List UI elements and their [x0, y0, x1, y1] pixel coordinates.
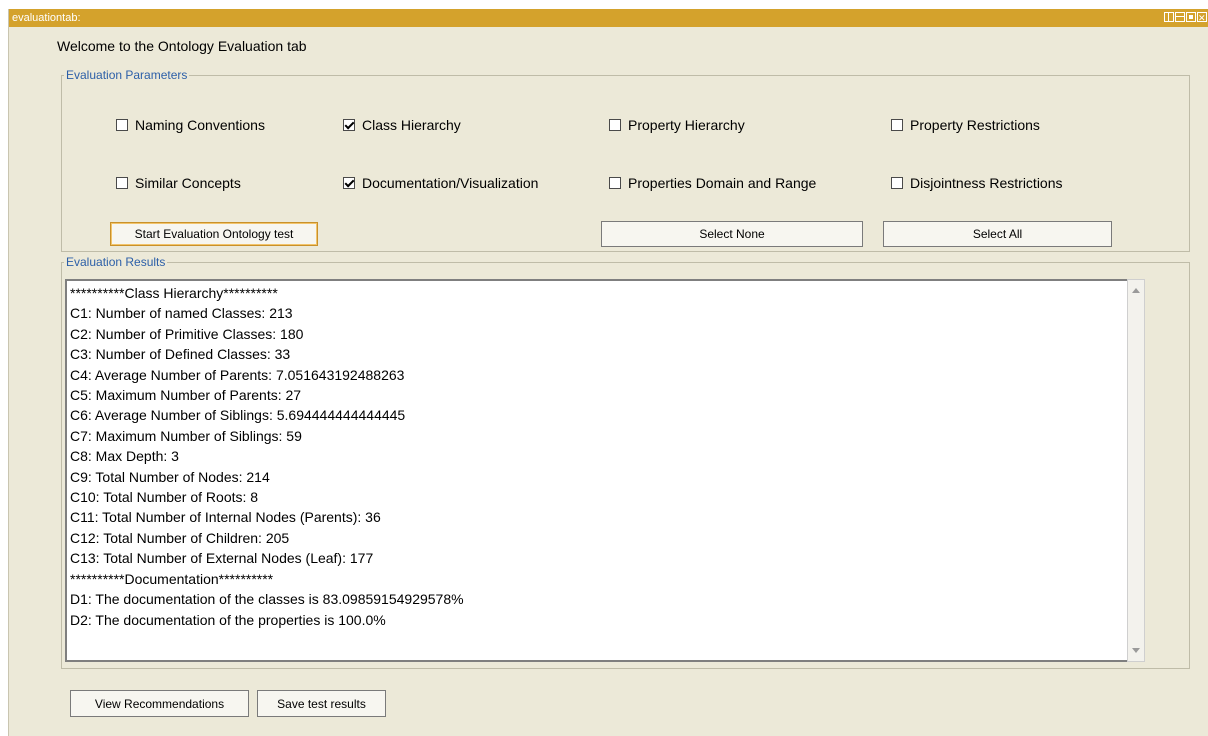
result-line: C12: Total Number of Children: 205: [70, 529, 290, 546]
results-text-area[interactable]: **********Class Hierarchy********** C1: N…: [65, 279, 1127, 662]
view-recommendations-button[interactable]: View Recommendations: [70, 690, 249, 717]
window-title: evaluationtab:: [12, 12, 81, 24]
checkbox-label: Documentation/Visualization: [362, 175, 539, 191]
tile-icon[interactable]: [1164, 12, 1174, 22]
result-line: C4: Average Number of Parents: 7.0516431…: [70, 366, 405, 383]
select-all-button[interactable]: Select All: [883, 221, 1112, 247]
checkbox-documentation-visualization[interactable]: Documentation/Visualization: [343, 175, 538, 191]
scroll-down-icon[interactable]: [1132, 648, 1140, 653]
results-scrollbar[interactable]: [1127, 279, 1145, 662]
result-line: C8: Max Depth: 3: [70, 448, 179, 465]
results-text: **********Class Hierarchy********** C1: N…: [70, 283, 464, 630]
checkbox-box[interactable]: [343, 119, 355, 131]
minimize-icon[interactable]: [1175, 12, 1185, 22]
result-line: **********Documentation**********: [70, 570, 274, 587]
result-line: C10: Total Number of Roots: 8: [70, 489, 259, 506]
checkbox-box[interactable]: [891, 119, 903, 131]
checkbox-label: Properties Domain and Range: [628, 175, 817, 191]
result-line: **********Class Hierarchy**********: [70, 285, 278, 301]
checkbox-property-hierarchy[interactable]: Property Hierarchy: [609, 117, 745, 133]
checkbox-label: Similar Concepts: [135, 175, 241, 191]
result-line: C13: Total Number of External Nodes (Lea…: [70, 550, 374, 567]
checkbox-disjointness-restrictions[interactable]: Disjointness Restrictions: [891, 175, 1063, 191]
checkbox-class-hierarchy[interactable]: Class Hierarchy: [343, 117, 461, 133]
result-line: C11: Total Number of Internal Nodes (Par…: [70, 509, 381, 526]
result-line: C1: Number of named Classes: 213: [70, 305, 293, 322]
title-bar: evaluationtab:: [9, 9, 1208, 27]
checkbox-label: Naming Conventions: [135, 117, 265, 133]
close-icon[interactable]: [1197, 9, 1207, 27]
checkbox-box[interactable]: [343, 177, 355, 189]
result-line: C2: Number of Primitive Classes: 180: [70, 325, 304, 342]
checkbox-box[interactable]: [116, 177, 128, 189]
checkbox-label: Class Hierarchy: [362, 117, 461, 133]
checkbox-box[interactable]: [891, 177, 903, 189]
checkbox-naming-conventions[interactable]: Naming Conventions: [116, 117, 265, 133]
result-line: C5: Maximum Number of Parents: 27: [70, 387, 302, 404]
checkbox-properties-domain-range[interactable]: Properties Domain and Range: [609, 175, 816, 191]
checkbox-label: Disjointness Restrictions: [910, 175, 1063, 191]
scroll-up-icon[interactable]: [1132, 288, 1140, 293]
checkbox-label: Property Hierarchy: [628, 117, 745, 133]
checkbox-property-restrictions[interactable]: Property Restrictions: [891, 117, 1040, 133]
result-line: C3: Number of Defined Classes: 33: [70, 346, 291, 363]
window-controls: [1164, 9, 1207, 27]
select-none-button[interactable]: Select None: [601, 221, 863, 247]
maximize-icon[interactable]: [1186, 12, 1196, 22]
checkbox-box[interactable]: [116, 119, 128, 131]
result-line: D1: The documentation of the classes is …: [70, 591, 464, 608]
result-line: D2: The documentation of the properties …: [70, 611, 386, 628]
checkbox-box[interactable]: [609, 119, 621, 131]
checkbox-box[interactable]: [609, 177, 621, 189]
checkbox-similar-concepts[interactable]: Similar Concepts: [116, 175, 241, 191]
welcome-text: Welcome to the Ontology Evaluation tab: [57, 38, 307, 54]
result-line: C7: Maximum Number of Siblings: 59: [70, 427, 302, 444]
evaluation-parameters-legend: Evaluation Parameters: [66, 68, 188, 82]
checkbox-label: Property Restrictions: [910, 117, 1040, 133]
evaluation-results-legend: Evaluation Results: [66, 255, 166, 269]
result-line: C9: Total Number of Nodes: 214: [70, 468, 270, 485]
save-test-results-button[interactable]: Save test results: [257, 690, 386, 717]
start-evaluation-button[interactable]: Start Evaluation Ontology test: [110, 222, 318, 246]
result-line: C6: Average Number of Siblings: 5.694444…: [70, 407, 406, 424]
